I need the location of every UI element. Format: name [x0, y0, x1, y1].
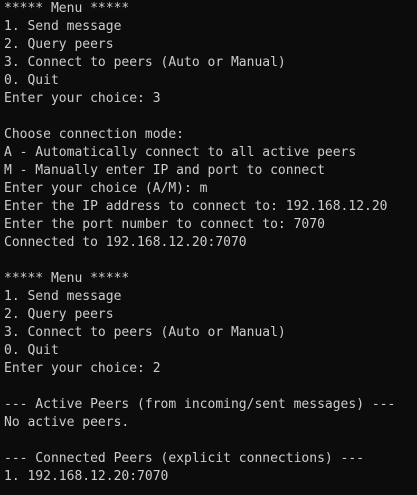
terminal-line: 2. Query peers	[4, 37, 114, 52]
terminal-line: Choose connection mode:	[4, 127, 185, 142]
terminal-line: 0. Quit	[4, 73, 59, 88]
terminal-line: Enter your choice: 2	[4, 361, 161, 376]
terminal-line: No active peers.	[4, 415, 130, 430]
terminal-line: 1. Send message	[4, 19, 122, 34]
terminal-line: Enter your choice (A/M): m	[4, 181, 208, 196]
terminal-line: Enter the port number to connect to: 707…	[4, 217, 325, 232]
terminal-line: 3. Connect to peers (Auto or Manual)	[4, 55, 286, 70]
terminal-line: 1. 192.168.12.20:7070	[4, 469, 169, 484]
terminal-line: M - Manually enter IP and port to connec…	[4, 163, 325, 178]
terminal-window[interactable]: ***** Menu ***** 1. Send message 2. Quer…	[0, 0, 417, 495]
terminal-line: ***** Menu *****	[4, 1, 130, 16]
terminal-line: --- Active Peers (from incoming/sent mes…	[4, 397, 396, 412]
terminal-line: 2. Query peers	[4, 307, 114, 322]
terminal-line: Enter the IP address to connect to: 192.…	[4, 199, 388, 214]
terminal-line: 3. Connect to peers (Auto or Manual)	[4, 325, 286, 340]
terminal-line: A - Automatically connect to all active …	[4, 145, 357, 160]
terminal-line: Connected to 192.168.12.20:7070	[4, 235, 247, 250]
terminal-line: 0. Quit	[4, 343, 59, 358]
terminal-line: ***** Menu *****	[4, 271, 130, 286]
terminal-line: 1. Send message	[4, 289, 122, 304]
terminal-line: --- Connected Peers (explicit connection…	[4, 451, 365, 466]
terminal-line: Enter your choice: 3	[4, 91, 161, 106]
